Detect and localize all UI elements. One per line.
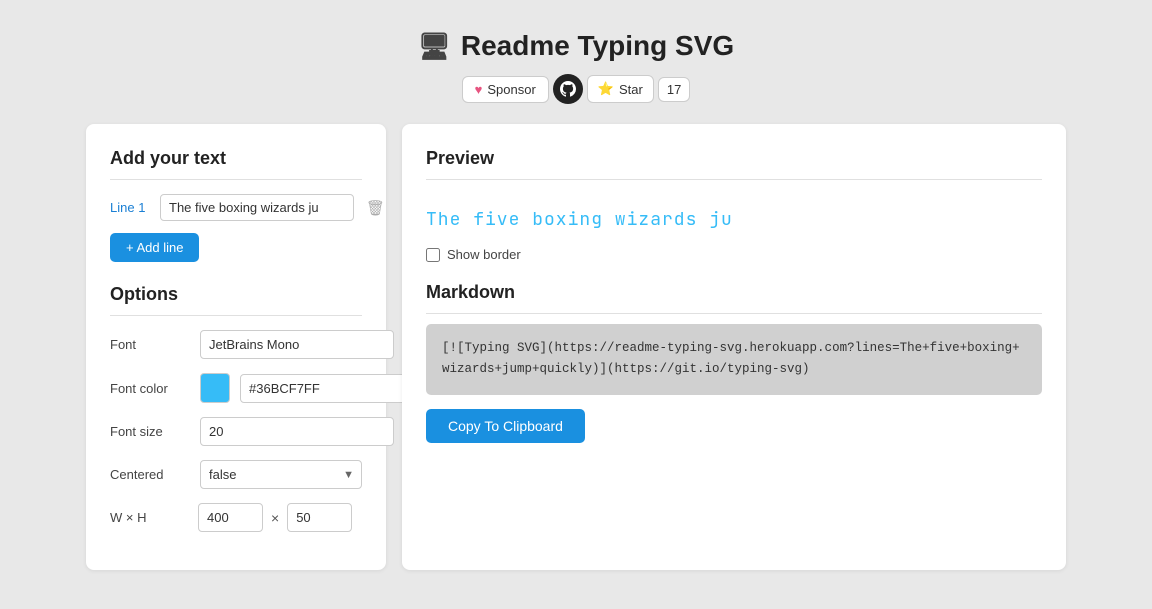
font-size-input[interactable] [200,417,394,446]
centered-select[interactable]: false true [200,460,362,489]
font-size-row: Font size [110,417,362,446]
right-panel: Preview The five boxing wizards ju Show … [402,124,1066,570]
sponsor-label: Sponsor [487,82,535,97]
font-input[interactable] [200,330,394,359]
options-section: Options Font Font color Font size Center… [110,284,362,532]
github-icon [553,74,583,104]
heart-icon: ♥ [475,82,483,97]
centered-label: Centered [110,467,190,482]
preview-area: The five boxing wizards ju Show border [426,194,1042,262]
copy-to-clipboard-button[interactable]: Copy To Clipboard [426,409,585,443]
add-line-button[interactable]: + Add line [110,233,199,262]
font-size-label: Font size [110,424,190,439]
font-color-label: Font color [110,381,190,396]
add-line-label: + Add line [126,240,183,255]
add-text-title: Add your text [110,148,362,180]
show-border-checkbox[interactable] [426,248,440,262]
copy-btn-label: Copy To Clipboard [448,418,563,434]
delete-line1-button[interactable]: 🗑 [362,197,389,219]
sponsor-button[interactable]: ♥ Sponsor [462,76,549,103]
markdown-code: [![Typing SVG](https://readme-typing-svg… [426,324,1042,395]
line1-label: Line 1 [110,200,152,215]
show-border-label: Show border [447,247,521,262]
centered-select-wrap: false true ▼ [200,460,362,489]
font-row: Font [110,330,362,359]
action-bar: ♥ Sponsor ⭐ Star 17 [462,74,691,104]
star-count: 17 [658,77,690,102]
left-panel: Add your text Line 1 🗑 + Add line Option… [86,124,386,570]
wh-row: W × H × [110,503,362,532]
height-input[interactable] [287,503,352,532]
star-icon: ⭐ [598,81,614,97]
font-color-row: Font color [110,373,362,403]
star-button[interactable]: ⭐ Star [587,75,654,103]
font-label: Font [110,337,190,352]
show-border-row: Show border [426,247,1042,262]
line1-row: Line 1 🗑 [110,194,362,221]
main-content: Add your text Line 1 🗑 + Add line Option… [86,124,1066,570]
options-title: Options [110,284,362,316]
wh-label: W × H [110,510,190,525]
color-swatch[interactable] [200,373,230,403]
monitor-icon: 🖥 [418,31,451,62]
page-header: 🖥 Readme Typing SVG ♥ Sponsor ⭐ Star 17 [418,30,734,104]
preview-title: Preview [426,148,1042,180]
line1-input[interactable] [160,194,354,221]
width-input[interactable] [198,503,263,532]
x-separator: × [271,510,279,526]
star-label: Star [619,82,643,97]
markdown-title: Markdown [426,282,1042,314]
page-title-row: 🖥 Readme Typing SVG [418,30,734,62]
preview-text: The five boxing wizards ju [426,194,1042,241]
page-title: Readme Typing SVG [461,30,734,62]
centered-row: Centered false true ▼ [110,460,362,489]
